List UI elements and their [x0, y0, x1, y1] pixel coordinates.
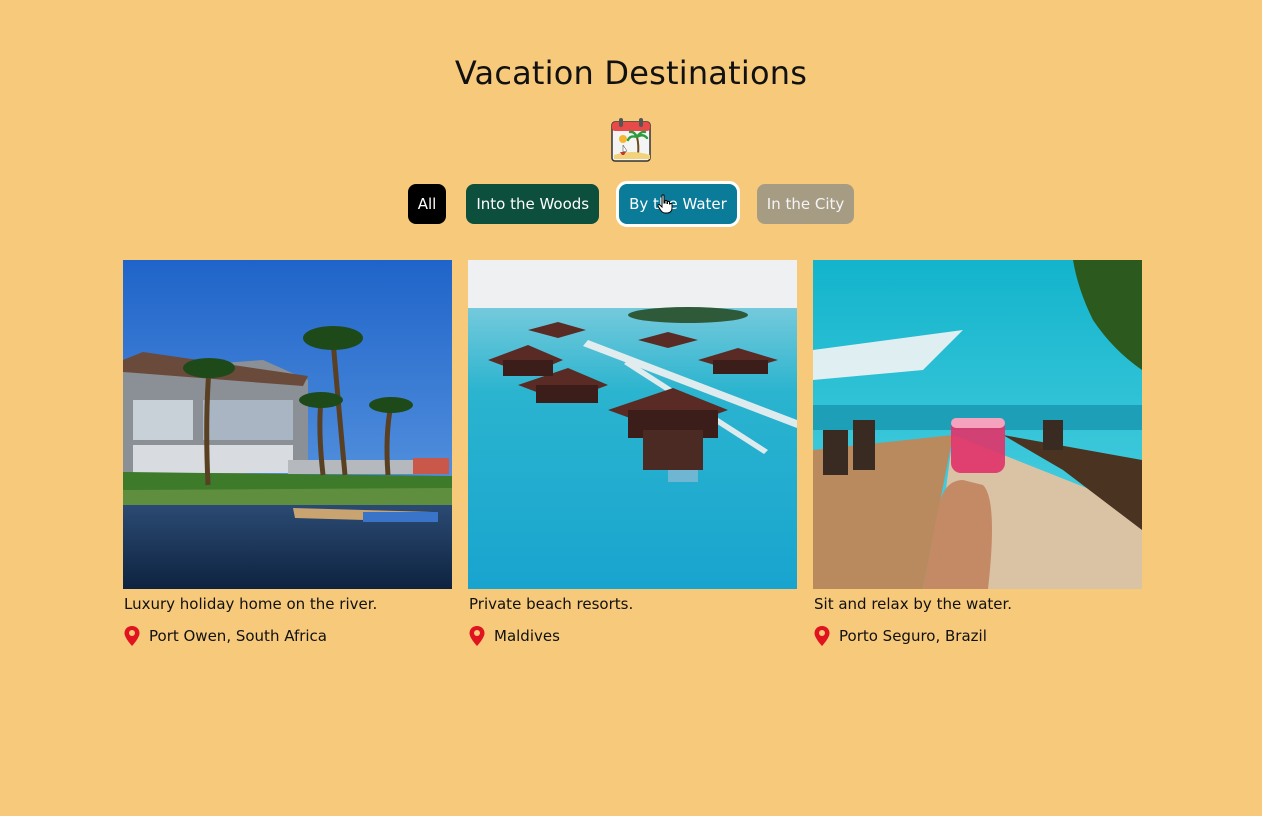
card-caption: Luxury holiday home on the river. — [124, 595, 378, 613]
filter-by-the-water-button[interactable]: By the Water — [616, 181, 740, 227]
filter-into-the-woods-button[interactable]: Into the Woods — [466, 184, 600, 224]
map-pin-icon — [814, 626, 830, 646]
card-location: Porto Seguro, Brazil — [813, 625, 1142, 647]
card-location-label: Port Owen, South Africa — [149, 627, 327, 645]
overwater-bungalows-photo — [468, 260, 797, 589]
destination-grid: Luxury holiday home on the river. Port O… — [123, 260, 1142, 647]
card-location: Maldives — [468, 625, 797, 647]
hand-pointer-icon — [657, 194, 673, 214]
filter-by-the-water-label: By the Water — [629, 195, 727, 213]
map-pin-icon — [469, 626, 485, 646]
filter-all-button[interactable]: All — [407, 184, 447, 224]
destination-card[interactable]: Luxury holiday home on the river. Port O… — [123, 260, 452, 647]
card-caption: Sit and relax by the water. — [814, 595, 1013, 613]
destination-card[interactable]: Private beach resorts. Maldives — [468, 260, 797, 647]
beach-drink-photo — [813, 260, 1142, 589]
vacation-calendar-icon — [611, 118, 651, 162]
map-pin-icon — [124, 626, 140, 646]
page-title: Vacation Destinations — [454, 54, 808, 92]
card-location: Port Owen, South Africa — [123, 625, 452, 647]
filter-in-the-city-button[interactable]: In the City — [756, 184, 855, 224]
destination-card[interactable]: Sit and relax by the water. Porto Seguro… — [813, 260, 1142, 647]
card-location-label: Maldives — [494, 627, 560, 645]
card-caption: Private beach resorts. — [469, 595, 634, 613]
filter-bar: All Into the Woods By the Water In the C… — [0, 181, 1262, 227]
river-holiday-home-photo — [123, 260, 452, 589]
card-location-label: Porto Seguro, Brazil — [839, 627, 987, 645]
